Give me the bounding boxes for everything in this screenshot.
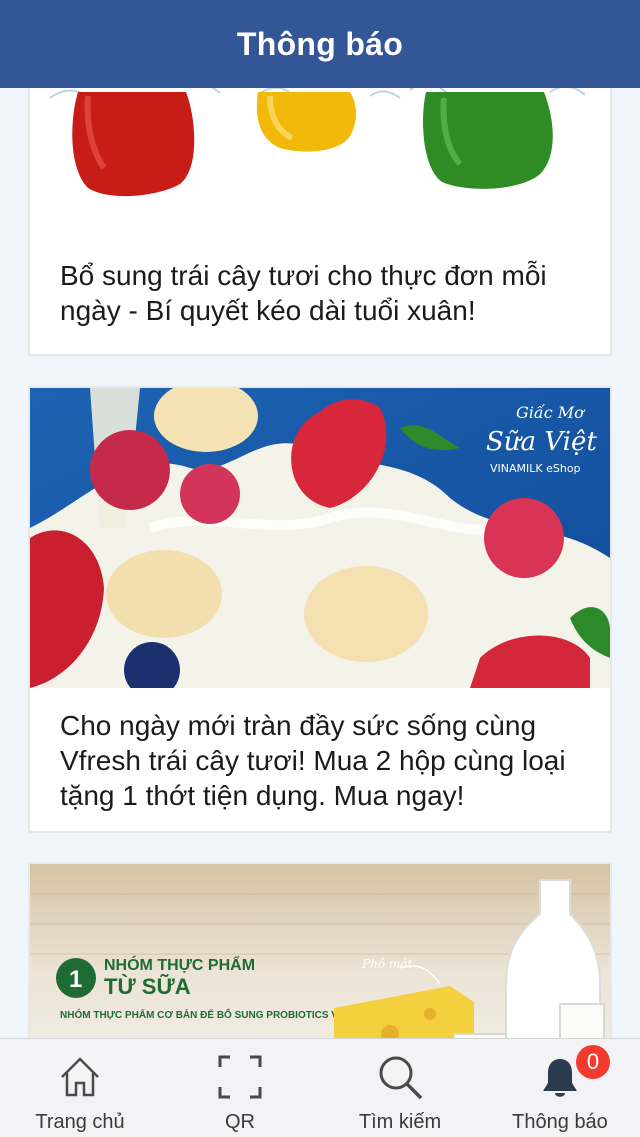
tab-qr[interactable]: QR <box>160 1039 320 1137</box>
notification-list[interactable]: Bổ sung trái cây tươi cho thực đơn mỗi n… <box>0 88 640 1038</box>
notification-card[interactable]: Bổ sung trái cây tươi cho thực đơn mỗi n… <box>30 88 610 354</box>
tab-notifications[interactable]: 0 Thông báo <box>480 1039 640 1137</box>
notification-text: Bổ sung trái cây tươi cho thực đơn mỗi n… <box>60 260 547 326</box>
section-heading: TỪ SỮA <box>104 974 191 999</box>
brand-text: Sữa Việt <box>486 427 597 457</box>
tab-label: Thông báo <box>512 1111 608 1133</box>
brand-text: VINAMILK eShop <box>490 462 581 475</box>
tab-home[interactable]: Trang chủ <box>0 1039 160 1137</box>
cheese-label: Phô mát <box>361 957 412 971</box>
notification-card[interactable]: 1 NHÓM THỰC PHẨM TỪ SỮA NHÓM THỰC PHẨM C… <box>30 864 610 1038</box>
tab-label: Trang chủ <box>35 1111 125 1133</box>
tab-bar: Trang chủ QR Tìm kiếm 0 Thông báo <box>0 1038 640 1137</box>
tab-label: Tìm kiếm <box>358 1111 442 1133</box>
fruit-milk-splash-photo: Giấc Mơ Sữa Việt VINAMILK eShop <box>30 388 610 688</box>
section-number: 1 <box>69 966 82 993</box>
notification-text: Cho ngày mới tràn đầy sức sống cùng Vfre… <box>60 710 566 811</box>
tab-search[interactable]: Tìm kiếm <box>320 1039 480 1137</box>
qr-scan-icon <box>218 1055 262 1099</box>
header-bar: Thông báo <box>0 0 640 88</box>
search-icon <box>379 1056 423 1100</box>
tab-label: QR <box>225 1111 255 1133</box>
page-title: Thông báo <box>236 25 404 62</box>
section-heading: NHÓM THỰC PHẨM <box>104 955 255 974</box>
dairy-food-group-photo: 1 NHÓM THỰC PHẨM TỪ SỮA NHÓM THỰC PHẨM C… <box>30 864 610 1038</box>
notification-count-badge: 0 <box>576 1045 610 1079</box>
bell-peppers-photo <box>30 88 610 218</box>
home-icon <box>61 1057 99 1097</box>
brand-text: Giấc Mơ <box>516 403 585 422</box>
notification-card[interactable]: Giấc Mơ Sữa Việt VINAMILK eShop Cho ngày… <box>30 388 610 831</box>
